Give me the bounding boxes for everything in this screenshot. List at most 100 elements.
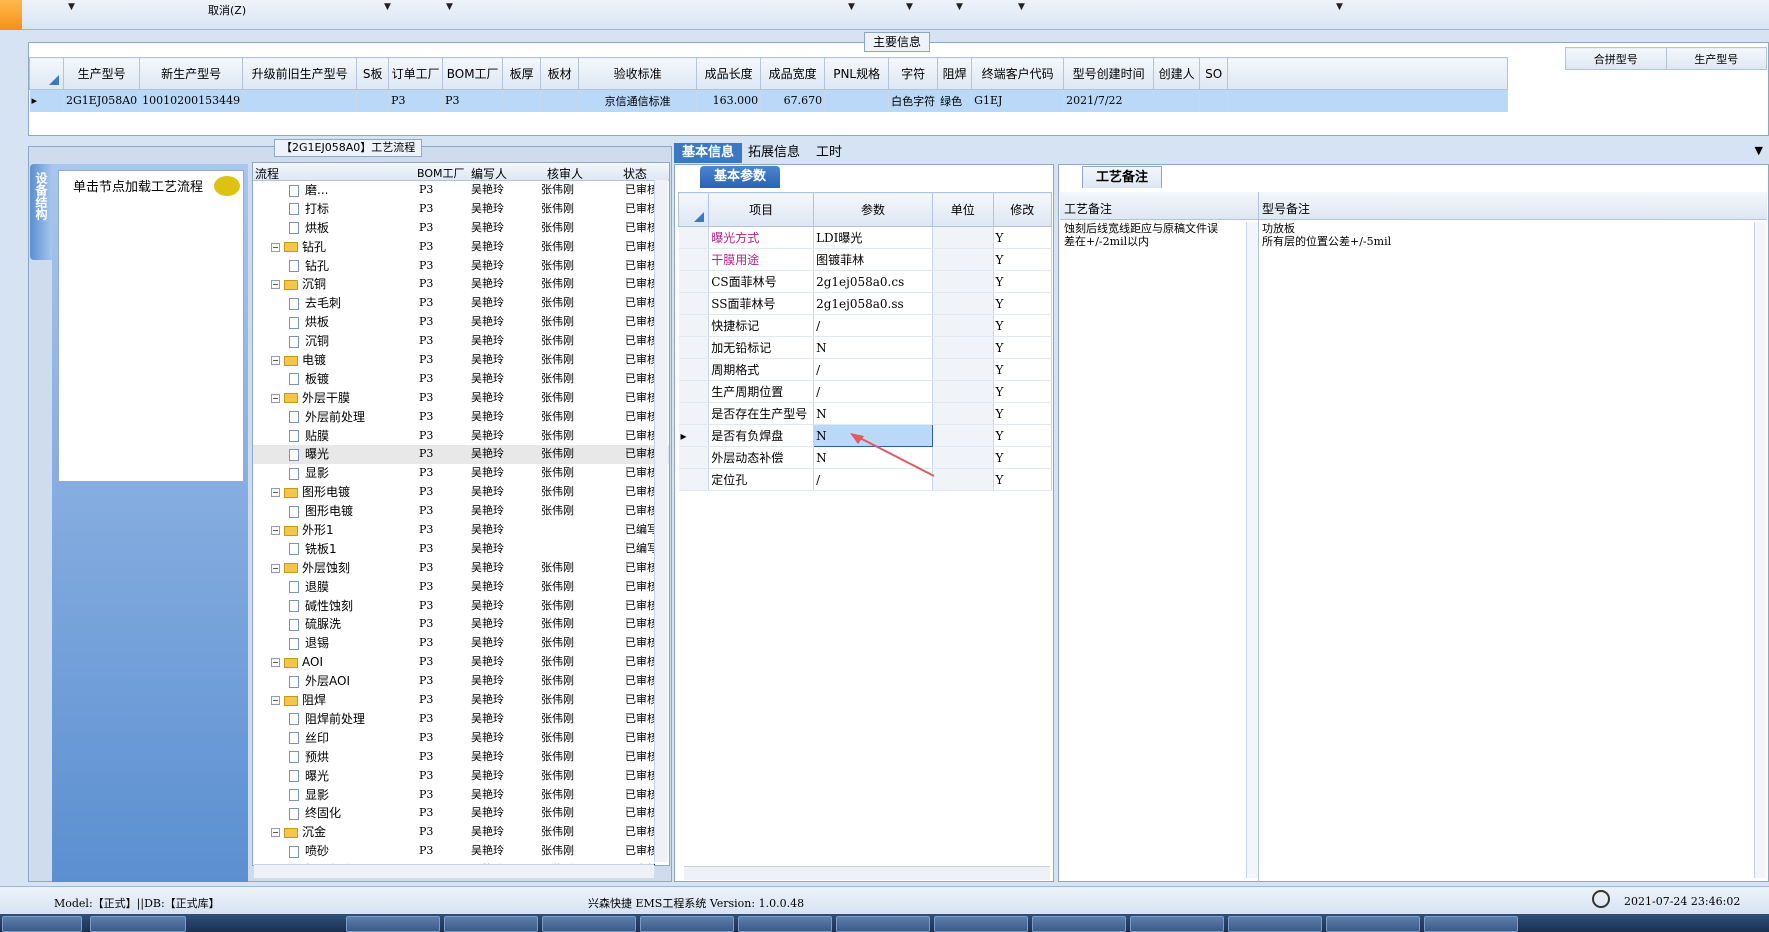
col-header[interactable]: 生产型号 xyxy=(62,57,141,90)
param-cell-mod[interactable]: Y xyxy=(993,358,1052,381)
col-header[interactable]: 型号创建时间 xyxy=(1063,57,1155,90)
tree-row[interactable]: 烘板 P3 吴艳玲 张伟刚 已审核 xyxy=(253,219,669,238)
col-header[interactable]: 字符 xyxy=(888,57,939,90)
dropdown-arrow-icon[interactable]: ▼ xyxy=(1336,2,1343,12)
dropdown-arrow-icon[interactable]: ▼ xyxy=(1018,2,1025,12)
taskbar-item[interactable] xyxy=(934,916,1028,932)
tree-node[interactable]: − AOI xyxy=(271,653,323,672)
col-header[interactable]: 成品长度 xyxy=(696,57,762,90)
tree-row[interactable]: 退锡 P3 吴艳玲 张伟刚 已审核 xyxy=(253,634,669,653)
cell[interactable] xyxy=(502,89,542,112)
tree-node[interactable]: 钻孔 xyxy=(289,257,329,276)
remark-scrollbar[interactable] xyxy=(1246,222,1258,878)
col-process[interactable]: 流程 xyxy=(255,165,279,182)
col-item[interactable]: 项目 xyxy=(708,192,815,227)
tree-node[interactable]: 板镀 xyxy=(289,370,329,389)
collapse-icon[interactable]: − xyxy=(271,242,280,252)
col-bom-factory[interactable]: BOM工厂 xyxy=(417,165,465,181)
param-cell-val[interactable]: 2g1ej058a0.ss xyxy=(813,292,934,315)
col-header[interactable]: 阻焊 xyxy=(937,57,973,90)
param-row[interactable]: 周期格式 / Y xyxy=(678,358,1052,381)
dropdown-arrow-icon[interactable]: ▼ xyxy=(906,2,913,12)
cancel-button[interactable]: 取消(Z) xyxy=(208,2,246,18)
taskbar-item[interactable] xyxy=(346,916,440,932)
param-cell-mod[interactable]: Y xyxy=(993,336,1052,359)
tree-node[interactable]: 曝光 xyxy=(289,445,329,464)
cell[interactable]: P3 xyxy=(388,89,444,112)
tree-row[interactable]: 外层AOI P3 吴艳玲 张伟刚 已审核 xyxy=(253,672,669,691)
tree-row[interactable]: − 沉金 P3 吴艳玲 张伟刚 已审核 xyxy=(253,823,669,842)
col-modify[interactable]: 修改 xyxy=(992,192,1052,227)
param-cell-val[interactable]: / xyxy=(813,314,934,337)
param-cell-unit[interactable] xyxy=(932,446,994,469)
cell[interactable]: P3 xyxy=(442,89,504,112)
param-cell-mod[interactable]: Y xyxy=(993,248,1052,271)
remark-scrollbar[interactable] xyxy=(1754,222,1766,878)
cell[interactable] xyxy=(540,89,580,112)
tree-node[interactable]: 退锡 xyxy=(289,634,329,653)
taskbar-item[interactable] xyxy=(836,916,930,932)
param-cell-mod[interactable]: Y xyxy=(993,424,1052,447)
param-cell-unit[interactable] xyxy=(932,380,994,403)
tree-row[interactable]: 外层前处理 P3 吴艳玲 张伟刚 已审核 xyxy=(253,408,669,427)
tree-row[interactable]: 显影 P3 吴艳玲 张伟刚 已审核 xyxy=(253,786,669,805)
cell[interactable] xyxy=(356,89,390,112)
cell[interactable] xyxy=(824,89,890,112)
param-cell-mod[interactable]: Y xyxy=(993,314,1052,337)
collapse-icon[interactable]: − xyxy=(271,696,280,706)
param-cell-item[interactable]: 快捷标记 xyxy=(708,314,815,337)
tree-node[interactable]: − 钻孔 xyxy=(271,238,326,257)
param-cell-val[interactable]: 2g1ej058a0.cs xyxy=(813,270,934,293)
tree-node[interactable]: − 沉金 xyxy=(271,823,326,842)
taskbar-item[interactable] xyxy=(1228,916,1322,932)
tree-row[interactable]: − 沉铜 P3 吴艳玲 张伟刚 已审核 xyxy=(253,275,669,294)
col-status[interactable]: 状态 xyxy=(623,165,647,182)
tree-row[interactable]: 去毛刺 P3 吴艳玲 张伟刚 已审核 xyxy=(253,294,669,313)
col-header[interactable]: BOM工厂 xyxy=(442,57,504,90)
tree-row[interactable]: − 外形1 P3 吴艳玲 已编写 xyxy=(253,521,669,540)
tree-node[interactable]: 磨... xyxy=(289,181,328,200)
param-cell-item[interactable]: SS面菲林号 xyxy=(708,292,815,315)
col-header[interactable]: 订单工厂 xyxy=(388,57,444,90)
tree-node[interactable]: 打标 xyxy=(289,200,329,219)
cell[interactable] xyxy=(1153,89,1201,112)
collapse-icon[interactable]: − xyxy=(271,393,280,403)
tree-row[interactable]: 贴膜 P3 吴艳玲 张伟刚 已审核 xyxy=(253,427,669,446)
tree-row[interactable]: 铣板1 P3 吴艳玲 已编写 xyxy=(253,540,669,559)
cell[interactable] xyxy=(1199,89,1229,112)
tree-row[interactable]: − 电镀 P3 吴艳玲 张伟刚 已审核 xyxy=(253,351,669,370)
tree-row[interactable]: 显影 P3 吴艳玲 张伟刚 已审核 xyxy=(253,464,669,483)
param-cell-mod[interactable]: Y xyxy=(993,380,1052,403)
tree-node[interactable]: 烘板 xyxy=(289,219,329,238)
tree-row[interactable]: 退膜 P3 吴艳玲 张伟刚 已审核 xyxy=(253,578,669,597)
collapse-icon[interactable]: − xyxy=(271,488,280,498)
col-reviewer[interactable]: 核审人 xyxy=(547,165,583,182)
chat-bubble-icon[interactable] xyxy=(214,176,240,196)
tree-node[interactable]: 显影 xyxy=(289,464,329,483)
tree-row[interactable]: 喷砂 P3 吴艳玲 张伟刚 已审核 xyxy=(253,842,669,861)
param-cell-unit[interactable] xyxy=(932,336,994,359)
tree-row[interactable]: − 外层干膜 P3 吴艳玲 张伟刚 已审核 xyxy=(253,389,669,408)
taskbar-item[interactable] xyxy=(90,916,186,932)
param-cell-val[interactable]: LDI曝光 xyxy=(813,226,934,249)
tree-node[interactable]: − 阻焊 xyxy=(271,691,326,710)
param-cell-mod[interactable]: Y xyxy=(993,270,1052,293)
tree-row[interactable]: 打标 P3 吴艳玲 张伟刚 已审核 xyxy=(253,200,669,219)
tree-node[interactable]: − 图形电镀 xyxy=(271,483,350,502)
cell[interactable]: 京信通信标准 xyxy=(578,89,698,112)
param-cell-item[interactable]: 曝光方式 xyxy=(708,226,815,249)
tree-horizontal-scrollbar[interactable] xyxy=(254,864,654,878)
param-cell-unit[interactable] xyxy=(932,248,994,271)
col-production-model[interactable]: 生产型号 xyxy=(1665,47,1767,70)
param-cell-mod[interactable]: Y xyxy=(993,468,1052,491)
param-cell-item[interactable]: 是否有负焊盘 xyxy=(708,424,815,447)
param-cell-unit[interactable] xyxy=(932,270,994,293)
taskbar-item[interactable] xyxy=(444,916,538,932)
param-cell-val[interactable]: N xyxy=(813,402,934,425)
taskbar-item[interactable] xyxy=(542,916,636,932)
dropdown-arrow-icon[interactable]: ▼ xyxy=(68,2,75,12)
collapse-icon[interactable]: − xyxy=(271,526,280,536)
param-row[interactable]: 快捷标记 / Y xyxy=(678,314,1052,337)
param-cell-unit[interactable] xyxy=(932,292,994,315)
tree-node[interactable]: 沉铜 xyxy=(289,332,329,351)
